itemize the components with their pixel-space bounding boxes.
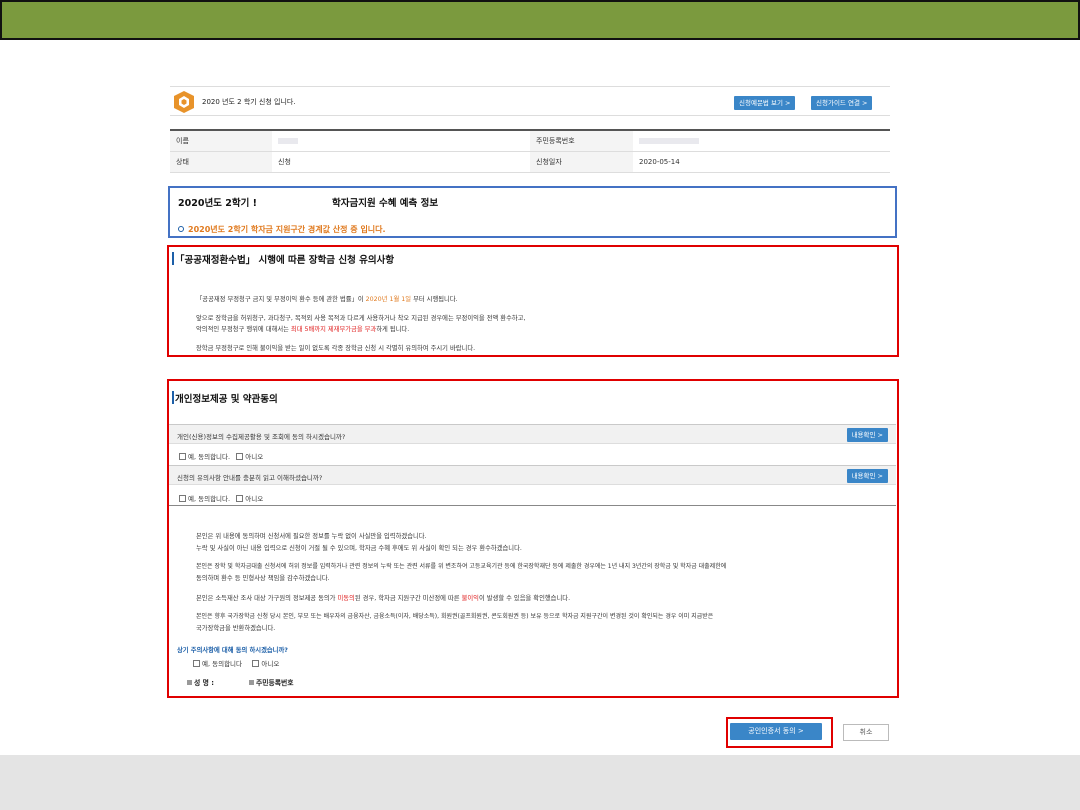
notice-section: 「공공재정환수법」 시행에 따른 장학금 신청 유의사항 「공공재정 부정청구 … bbox=[167, 245, 899, 357]
consent-1-options: 예, 동의합니다. 아니오 bbox=[179, 451, 263, 461]
consent-title: 개인정보제공 및 약관동의 bbox=[175, 394, 278, 405]
cancel-button[interactable]: 취소 bbox=[843, 724, 889, 741]
consent-section: 개인정보제공 및 약관동의 개인(신용)정보의 수집제공활용 및 조회에 동의 … bbox=[167, 379, 899, 698]
status-label: 상태 bbox=[170, 151, 272, 173]
table-row: 상태 신청 신청일자 2020-05-14 bbox=[170, 151, 890, 173]
consent-1-yes-checkbox[interactable] bbox=[179, 453, 186, 460]
pledge-line-3: 본인은 장학 및 학자금대출 신청서에 허위 정보를 입력하거나 관련 정보의 … bbox=[196, 563, 727, 570]
consent-2-yes-checkbox[interactable] bbox=[179, 495, 186, 502]
notice-line-1: 「공공재정 부정청구 금지 및 부정이익 환수 등에 관한 법률」이 2020년… bbox=[196, 296, 458, 303]
consent-3-options: 예, 동의합니다 아니오 bbox=[193, 658, 279, 668]
consent-1-no-checkbox[interactable] bbox=[236, 453, 244, 460]
bottom-bar bbox=[0, 755, 1080, 810]
rrn-value bbox=[633, 129, 890, 152]
pledge-line-1: 본인은 위 내용에 동의하며 신청서에 필요한 정보를 누락 없이 사실만을 입… bbox=[196, 533, 427, 540]
view-form-button[interactable]: 신청예문법 보기 > bbox=[734, 96, 796, 110]
notice-title: 「공공재정환수법」 시행에 따른 장학금 신청 유의사항 bbox=[175, 255, 395, 266]
forecast-status: 2020년도 2학기 학자금 지원구간 경계값 산정 중 입니다. bbox=[178, 224, 386, 235]
applicant-info-table: 이름 주민등록번호 상태 신청 신청일자 2020-05-14 bbox=[170, 129, 890, 173]
consent-question-3: 상기 주의사항에 대해 동의 하시겠습니까? bbox=[177, 647, 288, 654]
term-text: 2020 년도 2 학기 신청 입니다. bbox=[202, 98, 296, 106]
consent-question-1-text: 개인(신용)정보의 수집제공활용 및 조회에 동의 하시겠습니까? bbox=[177, 433, 346, 441]
pledge-line-2: 누락 및 사실이 아닌 내용 입력으로 신청이 거절 될 수 있으며, 학자금 … bbox=[196, 545, 522, 552]
cert-agree-button[interactable]: 공인인증서 동의 > bbox=[730, 723, 822, 740]
consent-question-2-text: 신청의 유의사항 안내를 충분히 읽고 이해하셨습니까? bbox=[177, 474, 323, 482]
section-marker bbox=[172, 391, 174, 404]
notice-line-2: 앞으로 장학금을 허위청구, 과다청구, 목적외 사용 목적과 다르게 사용하거… bbox=[196, 315, 526, 322]
detail-button-1[interactable]: 내용확인 > bbox=[846, 428, 888, 442]
consent-question-2: 신청의 유의사항 안내를 충분히 읽고 이해하셨습니까? 내용확인 > bbox=[169, 465, 896, 485]
top-banner bbox=[0, 0, 1080, 40]
notice-line-4: 장학금 부정청구로 인해 불이익을 받는 일이 없도록 각종 장학금 신청 시 … bbox=[196, 345, 476, 352]
aid-forecast-box: 2020년도 2학기 ! 학자금지원 수혜 예측 정보 2020년도 2학기 학… bbox=[168, 186, 897, 238]
bullet-square-icon bbox=[249, 680, 254, 685]
date-label: 신청일자 bbox=[530, 151, 633, 173]
status-value: 신청 bbox=[272, 151, 530, 173]
consent-question-1: 개인(신용)정보의 수집제공활용 및 조회에 동의 하시겠습니까? 내용확인 > bbox=[169, 424, 896, 444]
forecast-title: 학자금지원 수혜 예측 정보 bbox=[332, 198, 439, 209]
consent-3-yes-checkbox[interactable] bbox=[193, 660, 200, 667]
detail-button-2[interactable]: 내용확인 > bbox=[846, 469, 888, 483]
pledge-line-6: 본인은 향후 국가장학금 신청 당시 본인, 부모 또는 배우자의 금융자산, … bbox=[196, 613, 714, 620]
consent-3-no-checkbox[interactable] bbox=[252, 660, 260, 667]
name-label: 이름 bbox=[170, 129, 272, 152]
bullet-circle-icon bbox=[178, 226, 184, 232]
forecast-title-term: 2020년도 2학기 ! bbox=[178, 198, 257, 209]
pledge-line-7: 국가장학금을 반환하겠습니다. bbox=[196, 625, 276, 632]
name-value bbox=[272, 129, 530, 152]
pledge-line-5: 본인은 소득재산 조사 대상 가구원의 정보제공 동의가 미동의된 경우, 학자… bbox=[196, 595, 571, 602]
section-marker bbox=[172, 252, 174, 265]
rrn-label: 주민등록번호 bbox=[530, 129, 633, 152]
signature-name: 성 명 : bbox=[187, 677, 214, 687]
signature-rrn: 주민등록번호 bbox=[249, 677, 294, 687]
guide-link-button[interactable]: 신청가이드 연결 > bbox=[811, 96, 873, 110]
notice-line-3: 악의적인 부정청구 행위에 대해서는 최대 5배까지 제재부가금을 부과하게 됩… bbox=[196, 326, 410, 333]
bullet-square-icon bbox=[187, 680, 192, 685]
pledge-line-4: 동의하며 환수 등 민형사상 책임을 감수하겠습니다. bbox=[196, 575, 330, 582]
consent-2-no-checkbox[interactable] bbox=[236, 495, 244, 502]
cert-button-highlight: 공인인증서 동의 > bbox=[726, 717, 833, 748]
table-row: 이름 주민등록번호 bbox=[170, 129, 890, 152]
shield-logo-icon bbox=[174, 91, 194, 113]
divider bbox=[169, 505, 896, 506]
date-value: 2020-05-14 bbox=[633, 151, 890, 173]
term-header: 2020 년도 2 학기 신청 입니다. 신청예문법 보기 > 신청가이드 연결… bbox=[170, 86, 890, 116]
consent-2-options: 예, 동의합니다. 아니오 bbox=[179, 493, 263, 503]
